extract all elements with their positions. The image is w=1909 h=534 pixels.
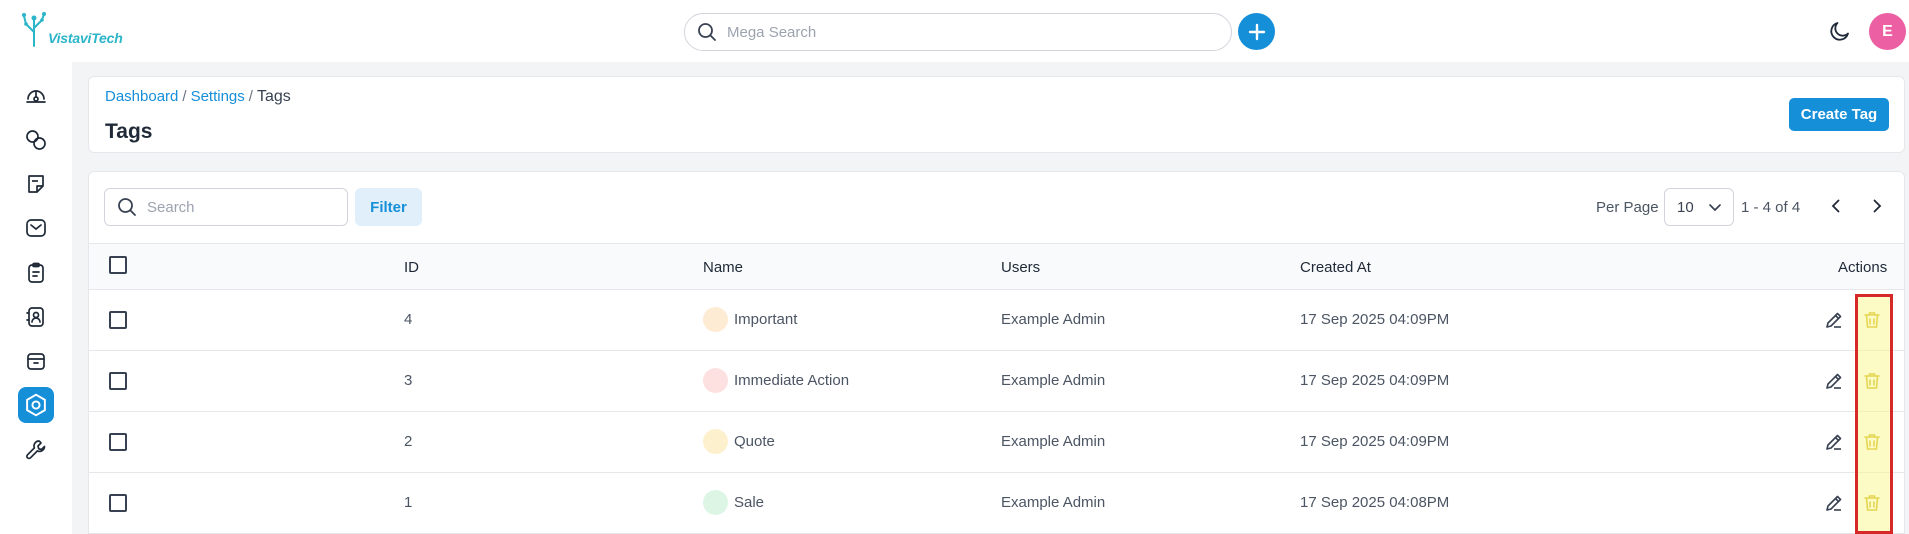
archive-box-icon (27, 353, 45, 370)
integrations-link-icon (26, 130, 46, 150)
previous-page-button[interactable] (1826, 196, 1846, 221)
tag-name: Important (734, 311, 798, 328)
sidebar-item-notes[interactable] (18, 166, 54, 202)
column-header-id[interactable]: ID (404, 259, 419, 276)
notes-icon (28, 175, 44, 193)
tag-id: 1 (404, 494, 413, 511)
dashboard-gauge-icon (26, 90, 46, 103)
per-page-label: Per Page (1596, 199, 1659, 216)
plus-icon (1248, 23, 1265, 40)
chevron-right-icon (1873, 199, 1882, 213)
tag-color-swatch (703, 368, 728, 393)
sidebar-item-tools[interactable] (18, 432, 54, 468)
edit-tag-button[interactable] (1824, 371, 1844, 396)
tags-table-card: Filter Per Page 10 1 - 4 of 4 ID Name Us… (88, 171, 1905, 534)
tag-name: Sale (734, 494, 765, 511)
table-row: 1 Sale Example Admin 17 Sep 2025 04:08PM (89, 473, 1904, 534)
tag-created-at: 17 Sep 2025 04:08PM (1300, 494, 1450, 511)
tag-id: 2 (404, 433, 413, 450)
filter-button[interactable]: Filter (355, 188, 422, 226)
theme-toggle[interactable] (1828, 19, 1852, 48)
breadcrumb-current: Tags (256, 88, 291, 105)
page-header: Dashboard / Settings / Tags Tags Create … (88, 76, 1905, 153)
tag-color-swatch (703, 490, 728, 515)
chevron-left-icon (1831, 199, 1840, 213)
create-tag-button[interactable]: Create Tag (1789, 98, 1889, 131)
row-checkbox[interactable] (109, 311, 127, 329)
mega-search[interactable] (684, 13, 1232, 51)
table-row: 2 Quote Example Admin 17 Sep 2025 04:09P… (89, 412, 1904, 473)
table-row: 3 Immediate Action Example Admin 17 Sep … (89, 351, 1904, 412)
tag-id: 3 (404, 372, 413, 389)
column-header-users[interactable]: Users (1001, 259, 1040, 276)
inbox-mail-icon (26, 219, 46, 237)
tag-users: Example Admin (1001, 372, 1106, 389)
row-checkbox[interactable] (109, 372, 127, 390)
mega-search-input[interactable] (727, 23, 1207, 41)
breadcrumb-separator: / (248, 88, 253, 105)
sidebar-item-dashboard[interactable] (18, 77, 54, 113)
edit-tag-button[interactable] (1824, 493, 1844, 518)
sidebar-item-contacts[interactable] (18, 299, 54, 335)
clipboard-icon (28, 262, 44, 283)
tag-users: Example Admin (1001, 311, 1106, 328)
top-bar: VistaviTech E (0, 0, 1909, 62)
search-icon (698, 23, 716, 41)
settings-gear-icon (26, 393, 46, 417)
breadcrumb-dashboard[interactable]: Dashboard (105, 88, 178, 106)
pencil-icon (1826, 495, 1842, 511)
breadcrumb: Dashboard / Settings / Tags (105, 88, 291, 106)
search-icon (118, 198, 136, 216)
sidebar-item-integrations[interactable] (18, 122, 54, 158)
tag-created-at: 17 Sep 2025 04:09PM (1300, 311, 1450, 328)
edit-tag-button[interactable] (1824, 310, 1844, 335)
row-checkbox[interactable] (109, 494, 127, 512)
row-checkbox[interactable] (109, 433, 127, 451)
per-page-value: 10 (1677, 198, 1694, 216)
column-header-created-at: Created At (1300, 259, 1371, 276)
contacts-book-icon (26, 307, 44, 327)
logo[interactable]: VistaviTech (22, 12, 123, 48)
logo-text: VistaviTech (48, 30, 123, 46)
tag-created-at: 17 Sep 2025 04:09PM (1300, 433, 1450, 450)
pagination-range: 1 - 4 of 4 (1741, 199, 1801, 216)
chevron-down-icon (1708, 204, 1721, 212)
moon-icon (1830, 22, 1849, 41)
pencil-icon (1826, 312, 1842, 328)
user-avatar[interactable]: E (1869, 13, 1906, 50)
per-page-select[interactable]: 10 (1664, 188, 1734, 226)
table-row: 4 Important Example Admin 17 Sep 2025 04… (89, 290, 1904, 351)
pencil-icon (1826, 434, 1842, 450)
table-header: ID Name Users Created At Actions (89, 243, 1904, 290)
page-title: Tags (105, 120, 153, 143)
breadcrumb-settings[interactable]: Settings (191, 88, 245, 106)
tag-color-swatch (703, 429, 728, 454)
table-search[interactable] (104, 188, 348, 226)
quick-add-button[interactable] (1238, 13, 1275, 50)
sidebar-item-inbox[interactable] (18, 210, 54, 246)
sidebar-item-archive[interactable] (18, 343, 54, 379)
column-header-actions: Actions (1838, 259, 1888, 276)
table-search-input[interactable] (147, 198, 337, 216)
breadcrumb-separator: / (182, 88, 187, 105)
delete-column-highlight (1855, 294, 1893, 534)
sidebar-item-tasks[interactable] (18, 255, 54, 291)
tag-users: Example Admin (1001, 433, 1106, 450)
sidebar-item-settings[interactable] (18, 387, 54, 423)
edit-tag-button[interactable] (1824, 432, 1844, 457)
tag-name: Quote (734, 433, 775, 450)
logo-tree-icon (22, 12, 46, 47)
sidebar (0, 62, 72, 534)
tag-created-at: 17 Sep 2025 04:09PM (1300, 372, 1450, 389)
tag-name: Immediate Action (734, 372, 850, 389)
next-page-button[interactable] (1867, 196, 1887, 221)
wrench-icon (26, 440, 46, 460)
tag-id: 4 (404, 311, 413, 328)
select-all-checkbox[interactable] (109, 256, 127, 274)
tag-users: Example Admin (1001, 494, 1106, 511)
pencil-icon (1826, 373, 1842, 389)
column-header-name[interactable]: Name (703, 259, 743, 276)
tag-color-swatch (703, 307, 728, 332)
